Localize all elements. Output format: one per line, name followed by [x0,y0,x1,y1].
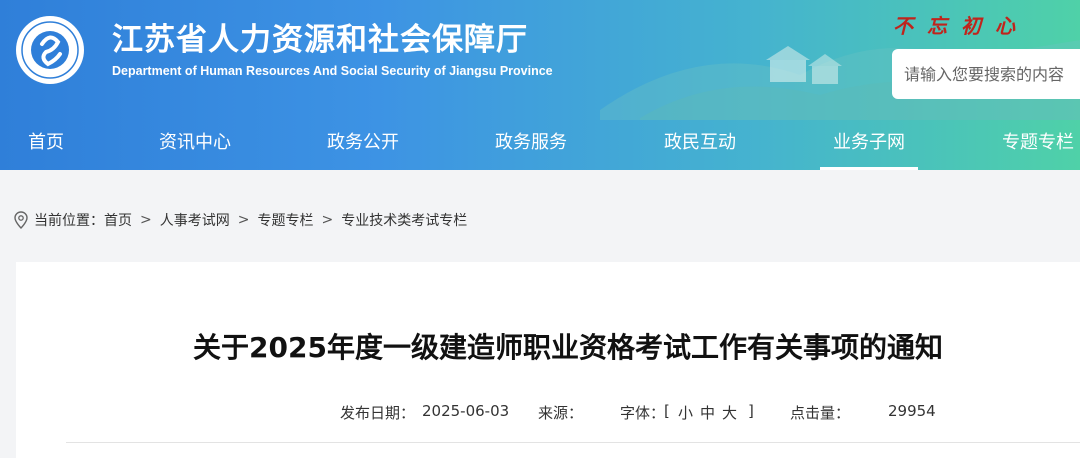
site-title[interactable]: 江苏省人力资源和社会保障厅 [112,14,528,59]
article-card: 关于2025年度一级建造师职业资格考试工作有关事项的通知 发布日期： 2025-… [16,262,1080,458]
breadcrumb-separator: > [140,212,152,228]
nav-item-special-topics[interactable]: 专题专栏 [998,116,1078,170]
search-input[interactable]: 请输入您要搜索的内容 [892,49,1080,99]
clicks-label: 点击量： [790,404,851,422]
font-bracket-open: [ [664,402,670,420]
main-nav: 首页 资讯中心 政务公开 政务服务 政民互动 业务子网 专题专栏 [0,116,1080,170]
font-medium-button[interactable]: 中 [700,402,715,423]
emblem-logo-icon[interactable] [14,14,86,86]
font-large-button[interactable]: 大 [722,402,737,423]
nav-item-business-subnet[interactable]: 业务子网 [820,116,918,170]
breadcrumb-item-special-topics[interactable]: 专题专栏 [257,210,313,230]
breadcrumb-item-home[interactable]: 首页 [104,210,132,230]
font-size-label: 字体： [620,404,666,422]
nav-item-news[interactable]: 资讯中心 [157,116,233,170]
breadcrumb-separator: > [321,212,334,228]
divider [66,442,1080,443]
nav-item-home[interactable]: 首页 [26,116,66,170]
font-small-button[interactable]: 小 [678,402,693,423]
nav-item-services[interactable]: 政务服务 [493,116,569,170]
page-body: 当前位置： 首页 > 人事考试网 > 专题专栏 > 专业技术类考试专栏 关于20… [0,170,1080,458]
motto-slogan: 不忘初心 [893,14,1029,38]
publish-date: 2025-06-03 [422,402,510,420]
site-subtitle: Department of Human Resources And Social… [112,64,553,78]
breadcrumb-item-exam-site[interactable]: 人事考试网 [160,210,230,230]
article-title: 关于2025年度一级建造师职业资格考试工作有关事项的通知 [193,331,943,364]
location-pin-icon [14,211,28,229]
nav-item-public-affairs[interactable]: 政务公开 [325,116,401,170]
breadcrumb: 当前位置： 首页 > 人事考试网 > 专题专栏 > 专业技术类考试专栏 [14,210,467,230]
publish-date-label: 发布日期： [340,404,416,422]
breadcrumb-prefix: 当前位置： [34,213,104,229]
font-bracket-close: ] [748,402,754,420]
breadcrumb-separator: > [237,212,250,228]
click-count: 29954 [888,402,936,420]
nav-item-interaction[interactable]: 政民互动 [662,116,738,170]
site-header: 江苏省人力资源和社会保障厅 Department of Human Resour… [0,0,1080,170]
breadcrumb-item-professional-exams[interactable]: 专业技术类考试专栏 [341,210,467,230]
source-label: 来源： [538,404,584,422]
